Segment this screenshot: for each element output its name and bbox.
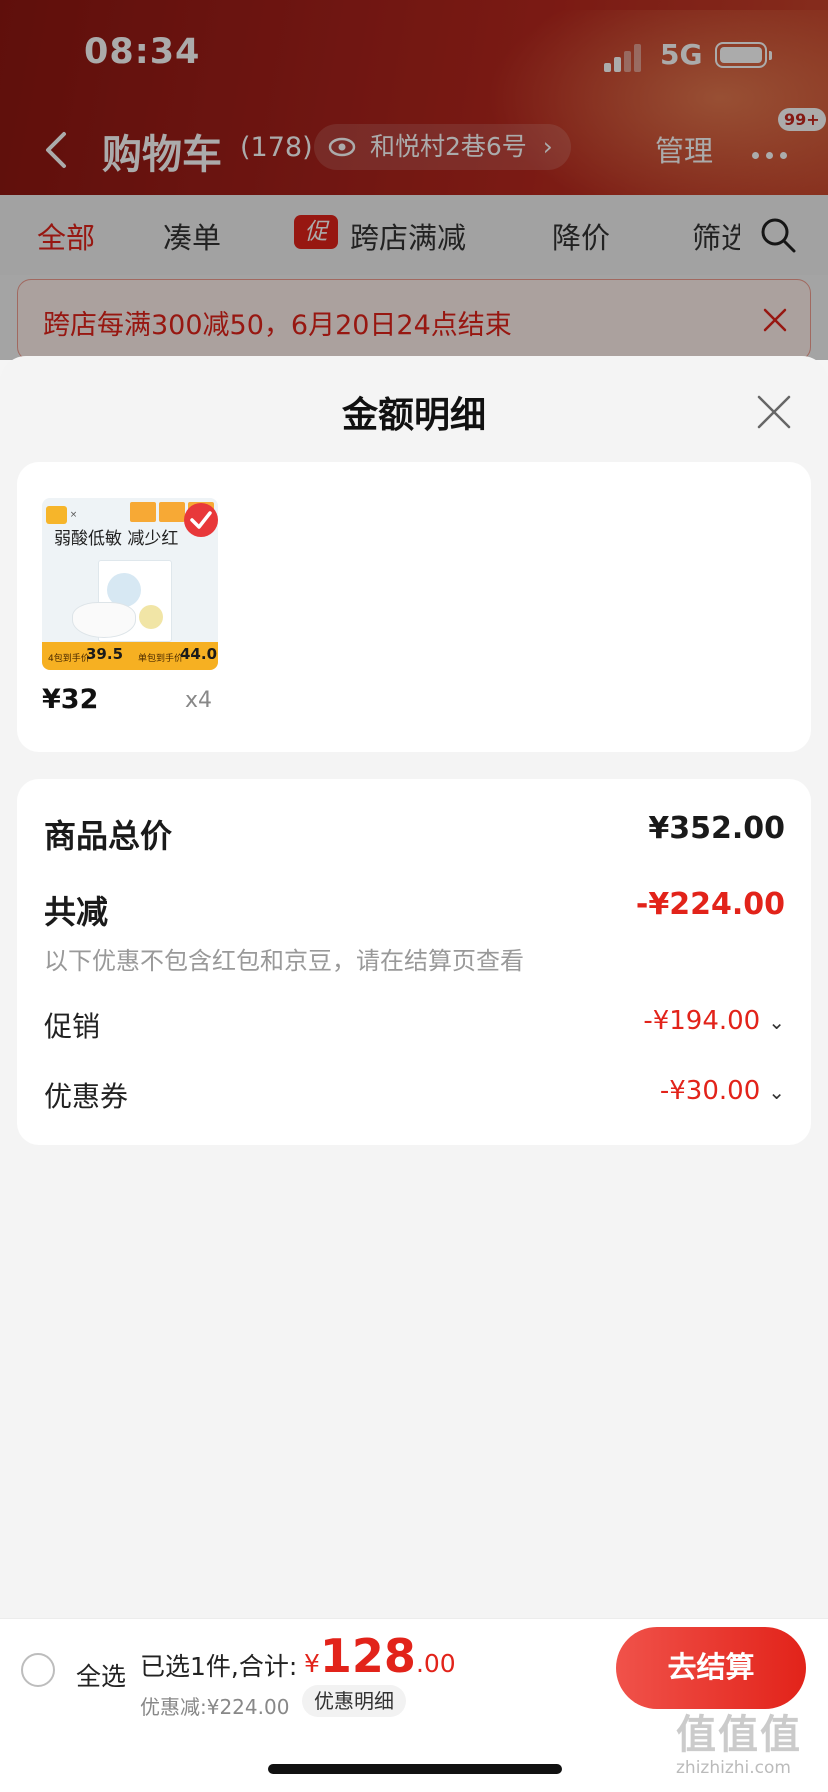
total-amount: ¥128.00 bbox=[304, 1629, 456, 1683]
promotion-row[interactable]: -¥194.00 ⌄ bbox=[643, 1006, 785, 1036]
price-bar-left-value: 39.5 bbox=[86, 645, 124, 663]
total-currency: ¥ bbox=[304, 1649, 320, 1678]
discount-note: 以下优惠不包含红包和京豆，请在结算页查看 bbox=[44, 947, 524, 975]
checked-icon bbox=[184, 503, 218, 537]
chevron-down-icon: ⌄ bbox=[768, 1079, 785, 1104]
product-price-bar: 4包到手价 39.5 单包到手价 44.0 bbox=[42, 642, 218, 670]
close-icon[interactable] bbox=[756, 394, 792, 430]
discount-summary: 优惠减:¥224.00 bbox=[140, 1695, 290, 1719]
diaper-illustration bbox=[72, 602, 136, 638]
price-bar-right-label: 单包到手价 bbox=[138, 654, 184, 664]
sheet-title: 金额明细 bbox=[341, 395, 486, 436]
price-summary-card: 商品总价 ¥352.00 共减 -¥224.00 以下优惠不包含红包和京豆，请在… bbox=[17, 779, 811, 1145]
price-bar-right-value: 44.0 bbox=[180, 645, 218, 663]
discount-total-value: -¥224.00 bbox=[635, 887, 785, 922]
total-decimal: .00 bbox=[415, 1649, 456, 1678]
product-card: × 弱酸低敏 减少红 4包到手价 39.5 单包到手价 44.0 ¥32 x4 bbox=[17, 462, 811, 752]
discount-total-label: 共减 bbox=[44, 893, 109, 931]
coupon-value: -¥30.00 bbox=[659, 1076, 761, 1106]
brand-logo: × bbox=[46, 502, 77, 526]
chevron-down-icon: ⌄ bbox=[768, 1009, 785, 1034]
watermark-site: zhizhizhi.com bbox=[676, 1758, 791, 1778]
select-all-radio[interactable] bbox=[21, 1653, 55, 1687]
total-integer: 128 bbox=[319, 1629, 416, 1683]
watermark-logo: 值值值 bbox=[676, 1712, 802, 1758]
total-price-label: 商品总价 bbox=[44, 817, 173, 855]
overlay-mask[interactable] bbox=[0, 0, 828, 360]
product-slogan: 弱酸低敏 减少红 bbox=[54, 529, 179, 549]
discount-detail-button[interactable]: 优惠明细 bbox=[302, 1685, 406, 1717]
item-quantity: x4 bbox=[185, 688, 213, 713]
promotion-value: -¥194.00 bbox=[643, 1006, 761, 1036]
price-bar-left-label: 4包到手价 bbox=[48, 654, 90, 664]
coupon-label: 优惠券 bbox=[44, 1080, 129, 1113]
promotion-label: 促销 bbox=[44, 1010, 101, 1043]
item-price: ¥32 bbox=[42, 684, 99, 715]
select-all-label[interactable]: 全选 bbox=[76, 1657, 126, 1693]
amount-detail-sheet: 金额明细 × 弱酸低敏 减少红 4包到手价 39.5 单包到手价 44.0 ¥3… bbox=[0, 356, 828, 1618]
checkout-button[interactable]: 去结算 bbox=[616, 1627, 806, 1709]
total-price-value: ¥352.00 bbox=[648, 811, 785, 846]
home-indicator[interactable] bbox=[268, 1764, 562, 1774]
selected-summary: 已选1件,合计: bbox=[140, 1652, 298, 1681]
coupon-row[interactable]: -¥30.00 ⌄ bbox=[660, 1076, 785, 1106]
